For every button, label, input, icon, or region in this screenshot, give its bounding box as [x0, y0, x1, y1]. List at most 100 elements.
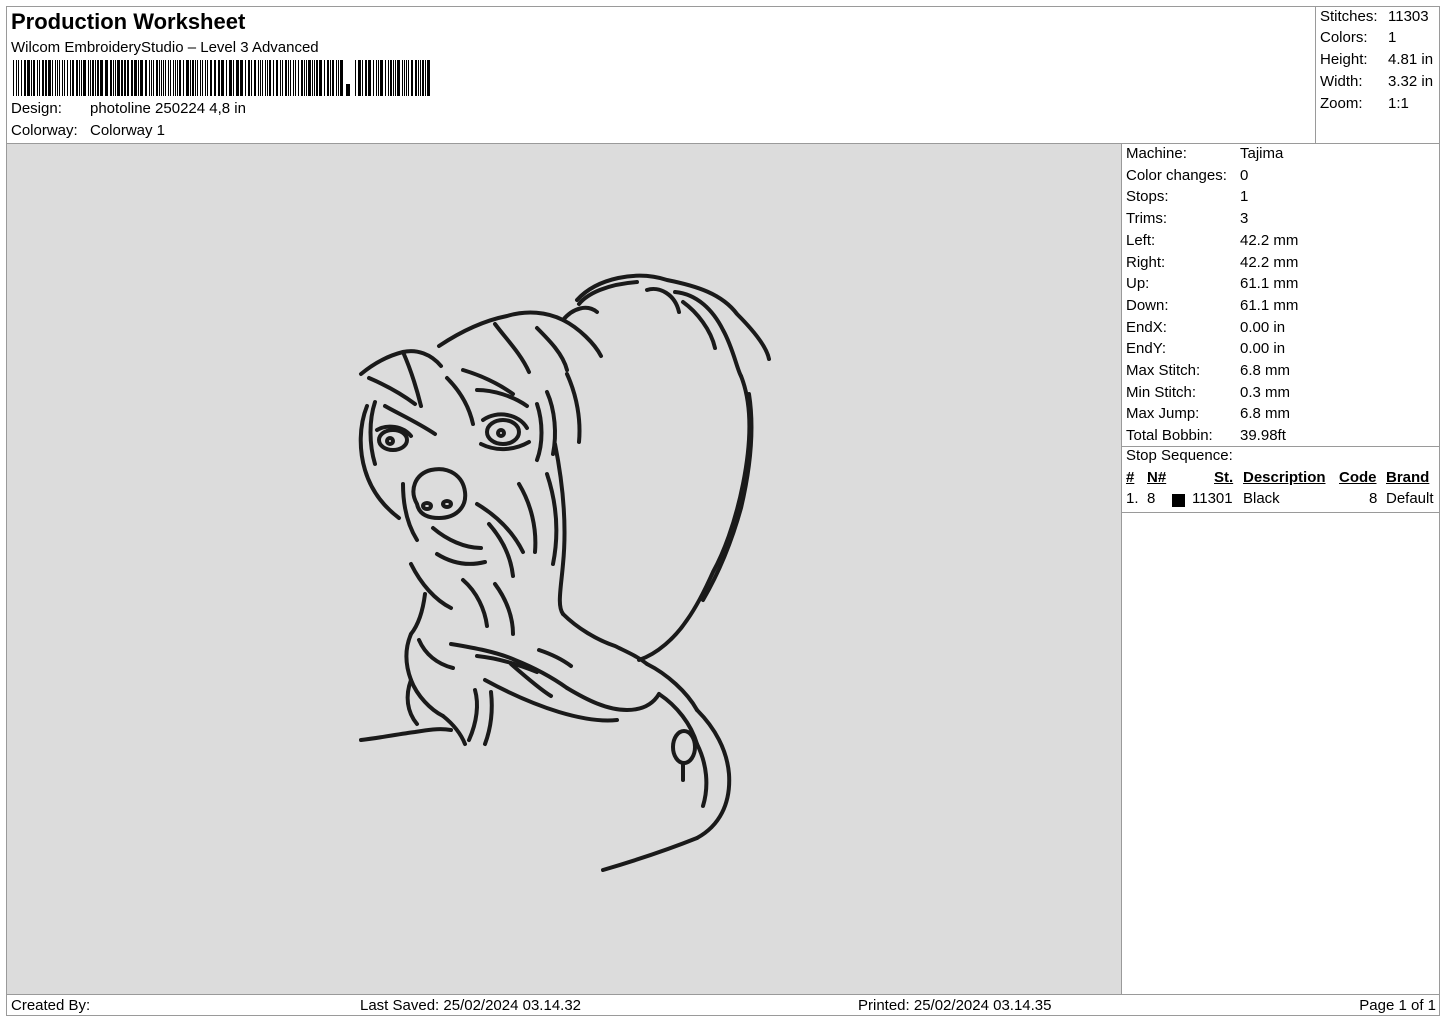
barcode-bar — [218, 60, 220, 96]
barcode-bar — [404, 60, 405, 96]
dog-embroidery-image — [358, 273, 771, 872]
barcode-bar — [214, 60, 216, 96]
width-label: Width: — [1320, 73, 1363, 90]
barcode-bar — [177, 60, 178, 96]
barcode-image — [13, 60, 430, 96]
barcode-bar — [64, 60, 65, 96]
barcode-bar — [210, 60, 212, 96]
header-num: # — [1126, 469, 1135, 486]
barcode-bar — [88, 60, 89, 96]
barcode-bar — [288, 60, 289, 96]
barcode-bar — [276, 60, 278, 96]
barcode-bar — [346, 84, 350, 96]
barcode-bar — [316, 60, 318, 96]
barcode-bar — [411, 60, 413, 96]
barcode-bar — [161, 60, 162, 96]
barcode-bar — [165, 60, 166, 96]
barcode-bar — [418, 60, 419, 96]
property-value: 1 — [1240, 188, 1249, 206]
barcode-bar — [121, 60, 123, 96]
barcode-bar — [415, 60, 417, 96]
page-title: Production Worksheet — [11, 9, 246, 34]
divider — [1122, 512, 1440, 513]
barcode-bar — [248, 60, 250, 96]
barcode-bar — [81, 60, 82, 96]
barcode-bar — [273, 60, 274, 96]
row-description: Black — [1243, 490, 1280, 507]
barcode-bar — [197, 60, 198, 96]
barcode-bar — [37, 60, 38, 96]
design-value: photoline 250224 4,8 in — [90, 100, 246, 117]
barcode-bar — [100, 60, 103, 96]
barcode-bar — [33, 60, 35, 96]
design-summary: Stitches: 11303 Colors: 1 Height: 4.81 in W… — [1315, 7, 1440, 144]
property-value: 39.98ft — [1240, 427, 1286, 445]
barcode-bar — [240, 60, 243, 96]
property-value: 3 — [1240, 210, 1249, 228]
barcode-bar — [408, 60, 409, 96]
property-row: Left: 42.2 mm — [1126, 232, 1298, 249]
barcode-bar — [306, 60, 307, 96]
header-brand: Brand — [1386, 469, 1430, 486]
barcode-bar — [265, 60, 266, 96]
barcode-bar — [314, 60, 315, 96]
property-value: 0.3 mm — [1240, 383, 1291, 401]
property-value: 0.00 in — [1240, 340, 1286, 358]
barcode-bar — [131, 60, 133, 96]
barcode-bar — [149, 60, 150, 96]
barcode-bar — [390, 60, 392, 96]
barcode-bar — [251, 60, 252, 96]
property-label: EndX: — [1126, 318, 1167, 336]
barcode-bar — [52, 60, 53, 96]
property-label: Stops: — [1126, 188, 1169, 206]
row-needle: 8 — [1147, 490, 1156, 507]
row-brand: Default — [1386, 490, 1434, 507]
height-row: Height: 4.81 in — [1320, 51, 1433, 68]
barcode-bar — [338, 60, 339, 96]
barcode-bar — [76, 60, 78, 96]
property-label: Max Jump: — [1126, 405, 1200, 423]
barcode-bar — [45, 60, 47, 96]
barcode-bar — [319, 60, 322, 96]
design-preview — [7, 144, 1122, 994]
barcode-bar — [145, 60, 147, 96]
barcode-bar — [262, 60, 263, 96]
barcode-bar — [236, 60, 239, 96]
barcode-bar — [97, 60, 99, 96]
last-saved: Last Saved: 25/02/2024 03.14.32 — [360, 997, 582, 1014]
zoom-row: Zoom: 1:1 — [1320, 95, 1409, 112]
barcode-bar — [355, 60, 356, 96]
property-value: 42.2 mm — [1240, 231, 1299, 249]
color-swatch — [1172, 494, 1185, 507]
barcode-bar — [192, 60, 194, 96]
property-row: Max Jump: 6.8 mm — [1126, 405, 1290, 422]
barcode-bar — [138, 60, 139, 96]
barcode-bar — [393, 60, 394, 96]
property-label: Machine: — [1126, 145, 1187, 162]
barcode-bar — [95, 60, 96, 96]
barcode-bar — [62, 60, 63, 96]
barcode-bar — [200, 60, 201, 96]
barcode-bar — [31, 60, 32, 96]
colorway-label: Colorway: — [11, 122, 78, 139]
barcode-bar — [110, 60, 112, 96]
barcode-bar — [373, 60, 374, 96]
barcode-bar — [226, 60, 227, 96]
property-value: 0 — [1240, 166, 1249, 184]
height-label: Height: — [1320, 51, 1368, 68]
property-value: 6.8 mm — [1240, 362, 1291, 379]
barcode-bar — [332, 60, 334, 96]
barcode-bar — [376, 60, 377, 96]
barcode-bar — [258, 60, 259, 96]
barcode-bar — [207, 60, 208, 96]
barcode-bar — [124, 60, 126, 96]
barcode-bar — [304, 60, 305, 96]
barcode-bar — [233, 60, 234, 96]
barcode-bar — [70, 60, 71, 96]
header-stitches: St. — [1214, 469, 1234, 486]
software-name: Wilcom EmbroideryStudio – Level 3 Advanc… — [11, 39, 319, 56]
property-label: Down: — [1126, 296, 1169, 314]
barcode-bar — [90, 60, 91, 96]
production-worksheet: Production Worksheet Wilcom EmbroiderySt… — [6, 6, 1440, 1016]
property-row: Max Stitch: 6.8 mm — [1126, 362, 1290, 379]
